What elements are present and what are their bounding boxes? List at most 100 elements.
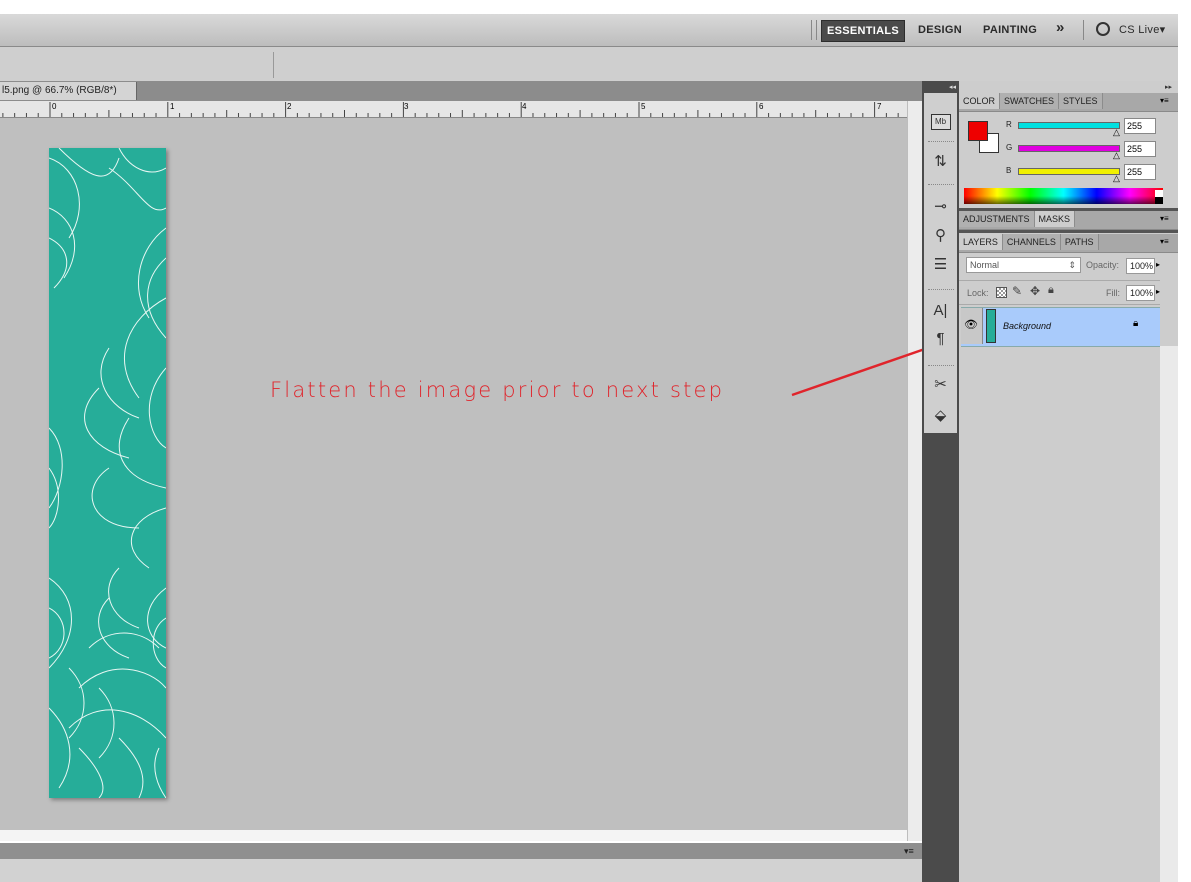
brush-presets-icon[interactable]: ⊸ <box>927 196 954 218</box>
blend-mode-select[interactable]: Normal ⇕ <box>966 257 1081 273</box>
tab-adjustments[interactable]: ADJUSTMENTS <box>959 211 1035 227</box>
ruler-label-6: 6 <box>759 102 764 111</box>
fill-label: Fill: <box>1106 288 1120 298</box>
ruler-label-3: 3 <box>404 102 409 111</box>
blue-slider[interactable] <box>1018 168 1120 175</box>
divider <box>959 280 1160 281</box>
cs-live-label: CS Live <box>1119 24 1160 36</box>
black-swatch[interactable] <box>1155 197 1163 204</box>
layers-scrollbar[interactable] <box>1160 346 1178 882</box>
lock-all-icon[interactable]: 🔒︎ <box>1048 284 1054 297</box>
tools-icon[interactable]: ✂ <box>927 374 954 396</box>
options-bar <box>0 47 1178 82</box>
slider-handle-icon[interactable]: △ <box>1113 173 1120 184</box>
fill-dropdown-icon[interactable]: ▸ <box>1156 287 1160 296</box>
red-slider[interactable] <box>1018 122 1120 129</box>
more-workspaces-button[interactable]: » <box>1056 19 1065 37</box>
spectrum-shade <box>964 196 1163 204</box>
icon-separator <box>928 365 954 366</box>
chevron-down-icon: ▾ <box>1159 24 1166 36</box>
opacity-dropdown-icon[interactable]: ▸ <box>1156 260 1160 269</box>
3d-icon[interactable]: ⬙ <box>927 405 954 427</box>
panel-menu-icon[interactable]: ▾≡ <box>904 846 914 857</box>
cs-live-icon[interactable] <box>1096 22 1110 36</box>
bottom-panel <box>0 859 922 882</box>
character-icon[interactable]: A| <box>927 300 954 322</box>
paragraph-icon[interactable]: ¶ <box>927 328 954 350</box>
layer-lock-icon: 🔒︎ <box>1133 318 1139 329</box>
divider <box>959 304 1160 305</box>
ruler-label-4: 4 <box>522 102 527 111</box>
blue-value-input[interactable]: 255 <box>1124 164 1156 180</box>
eye-icon[interactable]: 👁︎ <box>964 318 978 331</box>
channel-label-r: R <box>1006 120 1012 129</box>
horizontal-ruler[interactable] <box>0 101 907 118</box>
green-slider[interactable] <box>1018 145 1120 152</box>
history-icon[interactable]: ⇅ <box>927 151 954 173</box>
workspace-grip[interactable] <box>811 20 817 40</box>
tab-styles[interactable]: STYLES <box>1059 93 1103 109</box>
opacity-input[interactable]: 100% <box>1126 258 1155 274</box>
document-tab-bar <box>0 81 922 101</box>
opacity-label: Opacity: <box>1086 260 1120 270</box>
foreground-color-swatch[interactable] <box>968 121 988 141</box>
stepper-icon: ⇕ <box>1068 260 1076 270</box>
slider-handle-icon[interactable]: △ <box>1113 127 1120 138</box>
icon-separator <box>928 184 954 185</box>
divider <box>1083 20 1084 40</box>
icon-separator <box>928 141 954 142</box>
tab-paths[interactable]: PATHS <box>1060 234 1099 250</box>
ruler-ticks <box>2 102 899 117</box>
bottom-panel-header <box>0 843 922 859</box>
tab-swatches[interactable]: SWATCHES <box>1000 93 1060 109</box>
tab-layers[interactable]: LAYERS <box>959 234 1003 250</box>
ruler-label-1: 1 <box>170 102 175 111</box>
horizontal-scrollbar[interactable] <box>0 830 907 841</box>
vertical-scrollbar[interactable] <box>907 101 923 841</box>
tab-masks[interactable]: MASKS <box>1034 211 1076 227</box>
workspace-painting-button[interactable]: PAINTING <box>983 21 1037 39</box>
window-edge <box>1178 14 1191 882</box>
tool-presets-icon[interactable]: ☰ <box>927 254 954 276</box>
lock-pixels-icon[interactable]: ✎ <box>1012 284 1022 298</box>
collapse-icon[interactable]: ◂◂ <box>949 83 956 91</box>
blend-mode-value: Normal <box>970 260 1000 270</box>
tab-color[interactable]: COLOR <box>959 93 1001 109</box>
panel-menu-icon[interactable]: ▾≡ <box>1160 214 1169 223</box>
white-swatch[interactable] <box>1155 190 1163 197</box>
mini-bridge-icon[interactable]: Mb <box>927 109 954 131</box>
icon-separator <box>928 289 954 290</box>
red-value-input[interactable]: 255 <box>1124 118 1156 134</box>
options-divider <box>273 52 274 78</box>
channel-label-b: B <box>1006 166 1012 175</box>
ruler-label-2: 2 <box>287 102 292 111</box>
panel-menu-icon[interactable]: ▾≡ <box>1160 96 1169 105</box>
color-panel-header: COLOR SWATCHES STYLES <box>959 93 1178 112</box>
ruler-label-5: 5 <box>641 102 646 111</box>
layer-name[interactable]: Background <box>1003 321 1051 331</box>
fill-input[interactable]: 100% <box>1126 285 1155 301</box>
slider-handle-icon[interactable]: △ <box>1113 150 1120 161</box>
layer-thumbnail[interactable] <box>986 309 996 343</box>
expand-icon[interactable]: ▸▸ <box>1165 83 1172 91</box>
ruler-label-7: 7 <box>877 102 882 111</box>
workspace-design-button[interactable]: DESIGN <box>918 21 962 39</box>
floral-pattern <box>49 148 166 798</box>
cs-live-button[interactable]: CS Live▾ <box>1119 21 1165 39</box>
document-tab[interactable]: l5.png @ 66.7% (RGB/8*) <box>0 82 137 100</box>
lock-label: Lock: <box>967 288 989 298</box>
tab-channels[interactable]: CHANNELS <box>1002 234 1061 250</box>
green-value-input[interactable]: 255 <box>1124 141 1156 157</box>
lock-transparency-icon[interactable] <box>996 287 1007 298</box>
layers-panel-header: LAYERS CHANNELS PATHS <box>959 234 1178 253</box>
channel-label-g: G <box>1006 143 1013 152</box>
workspace-essentials-button[interactable]: ESSENTIALS <box>821 20 905 42</box>
lock-position-icon[interactable]: ✥ <box>1030 284 1040 298</box>
ruler-label-0: 0 <box>52 102 57 111</box>
panel-menu-icon[interactable]: ▾≡ <box>1160 237 1169 246</box>
adjustments-panel-header: ADJUSTMENTS MASKS <box>959 211 1178 230</box>
annotation-text: Flatten the image prior to next step <box>270 378 725 402</box>
clone-source-icon[interactable]: ⚲ <box>927 225 954 247</box>
panel-divider <box>959 230 1178 233</box>
document-image[interactable] <box>49 148 166 798</box>
